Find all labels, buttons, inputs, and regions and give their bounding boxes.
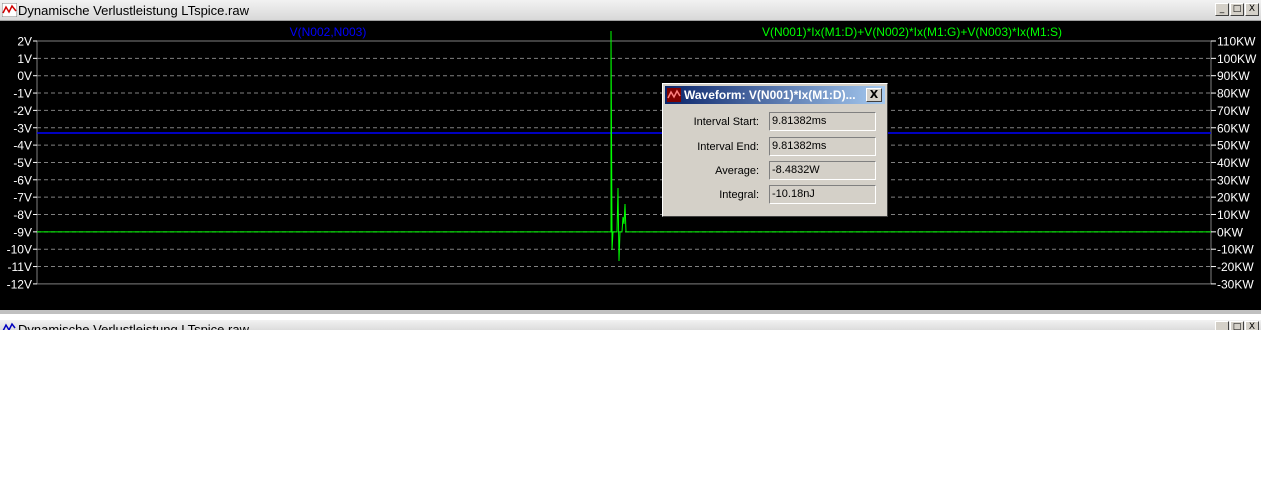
right-axis-tick-label: -10KW xyxy=(1217,243,1254,257)
interval-start-field[interactable]: 9.81382ms xyxy=(769,112,876,131)
waveform-window: Dynamische Verlustleistung LTspice.raw _… xyxy=(0,0,1261,314)
integral-field[interactable]: -10.18nJ xyxy=(769,185,876,204)
left-trace-label[interactable]: V(N002,N003) xyxy=(290,25,367,39)
right-axis-tick-label: 10KW xyxy=(1217,208,1250,222)
left-axis-tick-label: -5V xyxy=(13,156,32,170)
waveform-dialog-icon xyxy=(667,88,681,102)
left-axis-tick-label: -8V xyxy=(13,208,32,222)
right-axis-tick-label: -20KW xyxy=(1217,260,1254,274)
interval-start-label: Interval Start: xyxy=(693,116,759,128)
interval-end-field[interactable]: 9.81382ms xyxy=(769,137,876,156)
second-restore-button[interactable]: □ xyxy=(1230,321,1244,330)
dialog-titlebar[interactable]: Waveform: V(N001)*Ix(M1:D)... X xyxy=(665,86,885,104)
waveform-app-icon xyxy=(2,3,17,17)
window-bottom-border xyxy=(0,310,1261,314)
right-axis-tick-label: 20KW xyxy=(1217,191,1250,205)
right-axis-tick-label: 90KW xyxy=(1217,69,1250,83)
waveform-plot[interactable]: V(N002,N003) V(N001)*Ix(M1:D)+V(N002)*Ix… xyxy=(0,21,1261,310)
second-waveform-window[interactable]: Dynamische Verlustleistung LTspice.raw _… xyxy=(0,320,1261,330)
average-label: Average: xyxy=(715,165,759,177)
left-axis-tick-label: -1V xyxy=(13,87,32,101)
restore-button[interactable]: □ xyxy=(1230,3,1244,16)
window-titlebar[interactable]: Dynamische Verlustleistung LTspice.raw _… xyxy=(0,0,1261,21)
second-window-icon xyxy=(2,322,16,330)
right-axis-tick-label: 60KW xyxy=(1217,121,1250,135)
right-axis-tick-label: 30KW xyxy=(1217,173,1250,187)
second-close-button[interactable]: X xyxy=(1245,321,1259,330)
left-axis-tick-label: -11V xyxy=(8,260,32,274)
left-axis-tick-label: -2V xyxy=(13,104,32,118)
left-axis-tick-label: -7V xyxy=(13,191,32,205)
left-axis-tick-label: -12V xyxy=(7,277,32,291)
right-axis-tick-label: 0KW xyxy=(1217,225,1244,239)
left-axis-tick-label: -10V xyxy=(7,243,32,257)
minimize-button[interactable]: _ xyxy=(1215,3,1229,16)
left-axis-tick-label: 1V xyxy=(17,52,32,66)
left-axis-tick-label: -6V xyxy=(13,173,32,187)
integral-label: Integral: xyxy=(719,189,759,201)
right-axis-tick-label: 40KW xyxy=(1217,156,1250,170)
right-axis-tick-label: 70KW xyxy=(1217,104,1250,118)
average-field[interactable]: -8.4832W xyxy=(769,161,876,180)
right-axis-tick-label: 100KW xyxy=(1217,52,1257,66)
right-axis-tick-label: 110KW xyxy=(1217,35,1256,49)
dialog-title: Waveform: V(N001)*Ix(M1:D)... xyxy=(684,88,856,102)
right-axis-tick-label: -30KW xyxy=(1217,277,1254,291)
left-axis-tick-label: -9V xyxy=(13,225,32,239)
dialog-close-button[interactable]: X xyxy=(866,88,882,102)
window-title: Dynamische Verlustleistung LTspice.raw xyxy=(18,3,249,18)
right-trace-label[interactable]: V(N001)*Ix(M1:D)+V(N002)*Ix(M1:G)+V(N003… xyxy=(762,25,1062,39)
left-axis-tick-label: 2V xyxy=(17,35,32,49)
left-axis-tick-label: -3V xyxy=(13,121,32,135)
right-axis-tick-label: 50KW xyxy=(1217,139,1250,153)
right-axis-tick-label: 80KW xyxy=(1217,87,1250,101)
close-button[interactable]: X xyxy=(1245,3,1259,16)
left-axis-tick-label: 0V xyxy=(17,69,32,83)
right-trace-line[interactable] xyxy=(37,30,1211,262)
second-window-title: Dynamische Verlustleistung LTspice.raw xyxy=(18,322,249,330)
left-axis-tick-label: -4V xyxy=(13,139,32,153)
waveform-info-dialog: Waveform: V(N001)*Ix(M1:D)... X Interval… xyxy=(662,83,888,217)
interval-end-label: Interval End: xyxy=(697,141,759,153)
second-minimize-button[interactable]: _ xyxy=(1215,321,1229,330)
